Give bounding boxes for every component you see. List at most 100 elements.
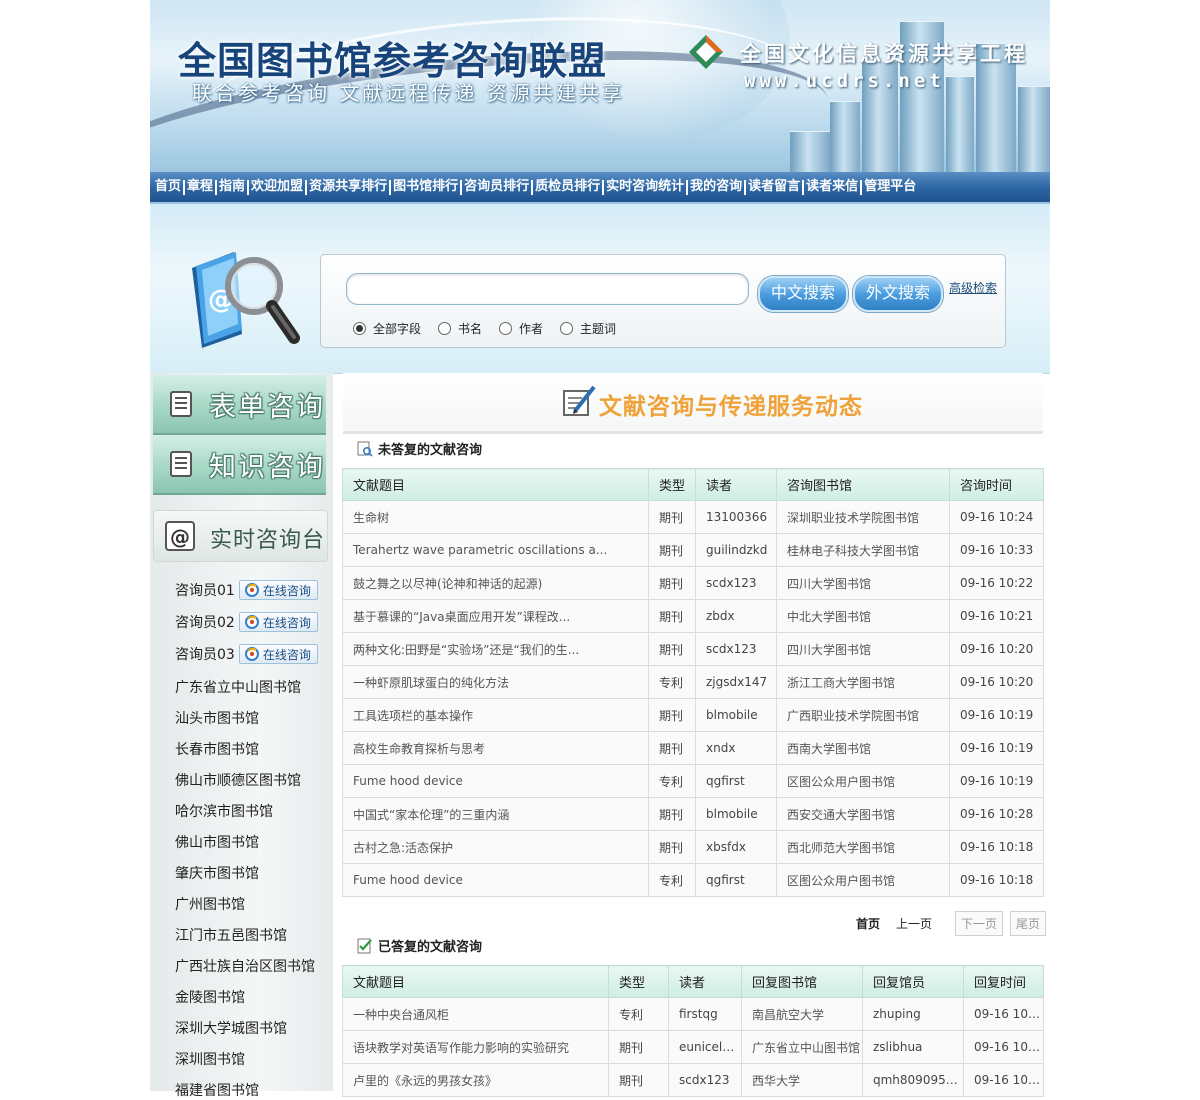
library-link[interactable]: 广西壮族自治区图书馆	[175, 956, 315, 976]
table-cell: 09-16 10:22	[949, 566, 1044, 600]
library-link[interactable]: 长春市图书馆	[175, 739, 259, 759]
table-cell[interactable]: 两种文化:田野是“实验场”还是“我们的生...	[342, 632, 649, 666]
nav-item[interactable]: 资源共享排行	[305, 172, 390, 202]
search-input[interactable]	[346, 273, 749, 305]
browser-icon	[244, 647, 259, 661]
document-icon	[170, 451, 192, 477]
table-cell: 09-16 10:34	[963, 997, 1044, 1031]
foreign-search-button[interactable]: 外文搜索	[853, 276, 943, 312]
table-cell[interactable]: 工具选项栏的基本操作	[342, 698, 649, 732]
form-consult-button[interactable]: 表单咨询	[153, 375, 326, 435]
table-cell[interactable]: Terahertz wave parametric oscillations a…	[342, 533, 649, 567]
advisor-row: 咨询员01 在线咨询	[175, 578, 318, 602]
nav-item[interactable]: 指南	[215, 172, 248, 202]
table-cell[interactable]: 语块教学对英语写作能力影响的实验研究	[342, 1030, 609, 1064]
pager-last[interactable]: 尾页	[1010, 911, 1047, 936]
library-link[interactable]: 广州图书馆	[175, 894, 245, 914]
table-row[interactable]: Fume hood device 专利 qgfirst 区图公众用户图书馆 09-16 …	[342, 764, 1044, 798]
search-field-radio[interactable]: 书名	[438, 320, 482, 337]
online-consult-label: 在线咨询	[262, 615, 311, 630]
nav-item[interactable]: 欢迎加盟	[247, 172, 306, 202]
table-row[interactable]: 一种中央台通风柜 专利 firstqg 南昌航空大学 zhuping 09-16 10:3…	[342, 997, 1044, 1031]
search-field-radio[interactable]: 全部字段	[353, 320, 421, 337]
table-row[interactable]: 两种文化:田野是“实验场”还是“我们的生... 期刊 scdx123 四川大学图书馆 0…	[342, 632, 1044, 666]
table-cell[interactable]: 鼓之舞之以尽神(论神和神话的起源)	[342, 566, 649, 600]
table-row[interactable]: 鼓之舞之以尽神(论神和神话的起源) 期刊 scdx123 四川大学图书馆 09-16 1…	[342, 566, 1044, 600]
library-link[interactable]: 汕头市图书馆	[175, 708, 259, 728]
table-row[interactable]: 卢里的《永远的男孩女孩》 期刊 scdx123 西华大学 qmh809095126 09-…	[342, 1063, 1044, 1097]
table-row[interactable]: 古村之急:活态保护 期刊 xbsfdx 西北师范大学图书馆 09-16 10:18	[342, 830, 1044, 864]
nav-item[interactable]: 首页	[152, 172, 184, 202]
table-row[interactable]: 一种虾原肌球蛋白的纯化方法 专利 zjgsdx147 浙江工商大学图书馆 09-16 1…	[342, 665, 1044, 699]
sidebar: 表单咨询 知识咨询 @ 实时咨询台	[150, 373, 333, 1091]
library-link[interactable]: 广东省立中山图书馆	[175, 677, 301, 697]
table-row[interactable]: 生命树 期刊 13100366 深圳职业技术学院图书馆 09-16 10:24	[342, 500, 1044, 534]
nav-item[interactable]: 质检员排行	[531, 172, 603, 202]
column-header: 咨询图书馆	[776, 468, 950, 501]
table-cell: 期刊	[648, 599, 696, 633]
table-cell: 09-16 10:19	[949, 731, 1044, 765]
knowledge-consult-button[interactable]: 知识咨询	[153, 435, 326, 495]
library-link[interactable]: 哈尔滨市图书馆	[175, 801, 273, 821]
search-field-radio[interactable]: 主题词	[560, 320, 616, 337]
table-cell: scdx123	[668, 1063, 742, 1097]
table-cell[interactable]: Fume hood device	[342, 764, 649, 798]
library-link[interactable]: 江门市五邑图书馆	[175, 925, 287, 945]
table-cell[interactable]: 一种中央台通风柜	[342, 997, 609, 1031]
library-link[interactable]: 佛山市顺德区图书馆	[175, 770, 301, 790]
nav-item[interactable]: 章程	[183, 172, 216, 202]
radio-button[interactable]	[438, 322, 452, 335]
table-cell: 09-16 10:21	[949, 599, 1044, 633]
table-row[interactable]: 高校生命教育探析与思考 期刊 xndx 西南大学图书馆 09-16 10:19	[342, 731, 1044, 765]
online-consult-button[interactable]: 在线咨询	[238, 612, 318, 632]
column-header: 类型	[648, 468, 696, 501]
table-row[interactable]: Terahertz wave parametric oscillations a…	[342, 533, 1044, 567]
pager-next[interactable]: 下一页	[955, 911, 1004, 936]
advanced-search-link[interactable]: 高级检索	[949, 279, 997, 296]
table-cell[interactable]: 生命树	[342, 500, 649, 534]
library-link[interactable]: 金陵图书馆	[175, 987, 245, 1007]
table-cell[interactable]: 高校生命教育探析与思考	[342, 731, 649, 765]
table-row[interactable]: Fume hood device 专利 qgfirst 区图公众用户图书馆 09-16 …	[342, 863, 1044, 897]
search-field-radio[interactable]: 作者	[499, 320, 543, 337]
nav-item[interactable]: 管理平台	[860, 172, 919, 202]
nav-item[interactable]: 咨询员排行	[460, 172, 532, 202]
table-row[interactable]: 中国式“家本伦理”的三重内涵 期刊 blmobile 西安交通大学图书馆 09-16 1…	[342, 797, 1044, 831]
pager-prev[interactable]: 上一页	[896, 915, 932, 932]
nav-item[interactable]: 读者来信	[802, 172, 861, 202]
nav-item[interactable]: 实时咨询统计	[602, 172, 687, 202]
table-cell[interactable]: 卢里的《永远的男孩女孩》	[342, 1063, 609, 1097]
nav-item[interactable]: 我的咨询	[686, 172, 745, 202]
radio-button[interactable]	[560, 322, 574, 335]
library-link[interactable]: 肇庆市图书馆	[175, 863, 259, 883]
main-heading: 文献咨询与传递服务动态	[599, 394, 863, 420]
table-row[interactable]: 语块教学对英语写作能力影响的实验研究 期刊 euniceleelj 广东省立中山图书馆…	[342, 1030, 1044, 1064]
table-row[interactable]: 基于慕课的“Java桌面应用开发”课程改... 期刊 zbdx 中北大学图书馆 09-1…	[342, 599, 1044, 633]
table-cell: 西安交通大学图书馆	[776, 797, 950, 831]
nav-item[interactable]: 读者留言	[744, 172, 803, 202]
online-consult-button[interactable]: 在线咨询	[238, 644, 318, 664]
nav-item[interactable]: 图书馆排行	[389, 172, 461, 202]
table-cell[interactable]: 基于慕课的“Java桌面应用开发”课程改...	[342, 599, 649, 633]
table-cell[interactable]: 一种虾原肌球蛋白的纯化方法	[342, 665, 649, 699]
table-cell[interactable]: 中国式“家本伦理”的三重内涵	[342, 797, 649, 831]
radio-button[interactable]	[353, 322, 366, 335]
online-consult-button[interactable]: 在线咨询	[238, 580, 318, 600]
pager-first[interactable]: 首页	[856, 915, 880, 932]
column-header: 读者	[695, 468, 777, 501]
library-link[interactable]: 佛山市图书馆	[175, 832, 259, 852]
library-link[interactable]: 深圳大学城图书馆	[175, 1018, 287, 1038]
radio-button[interactable]	[499, 322, 513, 335]
site-slogan: 联合参考咨询 文献远程传递 资源共建共享	[192, 81, 625, 105]
table-cell[interactable]: 古村之急:活态保护	[342, 830, 649, 864]
table-cell: 13100366	[695, 500, 777, 534]
checked-document-icon	[357, 938, 372, 953]
table-row[interactable]: 工具选项栏的基本操作 期刊 blmobile 广西职业技术学院图书馆 09-16 10:…	[342, 698, 1044, 732]
table-cell[interactable]: Fume hood device	[342, 863, 649, 897]
library-link[interactable]: 深圳图书馆	[175, 1049, 245, 1069]
chinese-search-button[interactable]: 中文搜索	[758, 276, 848, 312]
library-link[interactable]: 福建省图书馆	[175, 1080, 259, 1100]
table-cell: 期刊	[648, 731, 696, 765]
column-header: 文献题目	[342, 468, 649, 501]
site-url: www.ucdrs.net	[744, 70, 945, 92]
